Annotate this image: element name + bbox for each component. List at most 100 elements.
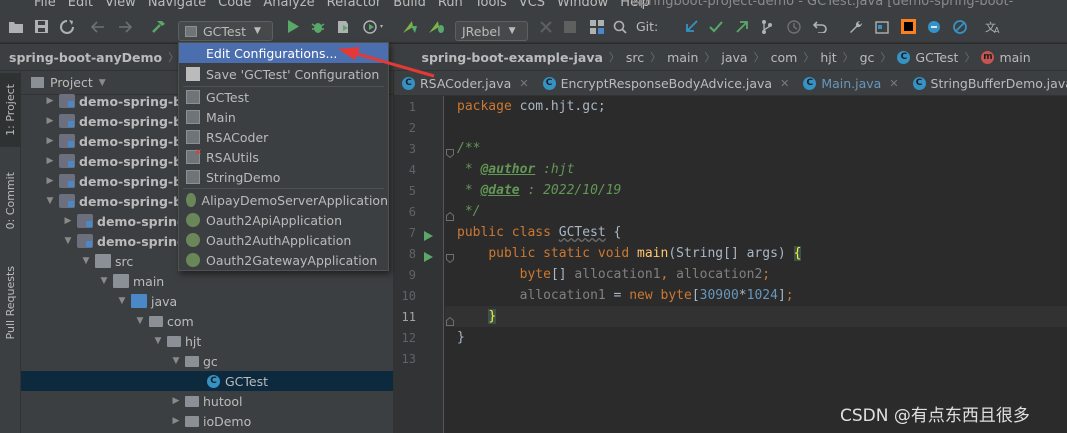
chevron-right-icon[interactable]: ▶ <box>169 416 183 426</box>
attach-debugger-icon[interactable] <box>536 10 556 43</box>
back-icon[interactable] <box>88 10 108 43</box>
menu-edit[interactable]: Edit <box>68 0 93 10</box>
coverage-icon[interactable] <box>333 10 353 43</box>
breadcrumb-java[interactable]: java <box>721 44 747 70</box>
menu-code[interactable]: Code <box>218 0 251 10</box>
search-everywhere-icon[interactable] <box>610 10 630 43</box>
jrebel-debug-icon[interactable] <box>426 10 448 43</box>
git-commit-check-icon[interactable] <box>706 10 726 43</box>
build-hammer-icon[interactable] <box>148 10 168 43</box>
menu-item-spring-app[interactable]: Oauth2GatewayApplication <box>179 250 388 270</box>
debug-icon[interactable] <box>308 10 328 43</box>
chevron-down-icon[interactable]: ▼ <box>133 316 147 326</box>
chevron-down-icon[interactable]: ▼ <box>115 296 129 306</box>
breadcrumb-com[interactable]: com <box>771 44 798 70</box>
chevron-right-icon[interactable]: ▶ <box>43 136 57 146</box>
breadcrumb-hjt[interactable]: hjt <box>820 44 836 70</box>
breadcrumb-gc[interactable]: gc <box>860 44 875 70</box>
project-tool-tab[interactable]: 1: Project <box>0 73 21 147</box>
code-editor[interactable]: 1 2 3 4 5 6 7 8 9 10 11 12 13 package co… <box>394 96 1067 433</box>
fold-icon[interactable] <box>446 314 454 329</box>
tree-row[interactable]: ▼ hjt <box>21 331 393 351</box>
rollback-icon[interactable] <box>810 10 830 43</box>
profile-run-icon[interactable] <box>360 10 388 43</box>
commit-tool-tab[interactable]: 0: Commit <box>0 165 21 237</box>
menu-item-config[interactable]: ✕ RSAUtils <box>179 147 388 167</box>
chevron-down-icon[interactable]: ▼ <box>99 78 106 88</box>
fold-icon[interactable] <box>446 209 454 224</box>
chevron-right-icon[interactable]: ▶ <box>43 156 57 166</box>
tree-row[interactable]: ▶ ioDemo <box>21 411 393 431</box>
chevron-right-icon[interactable]: ▶ <box>169 396 183 406</box>
history-icon[interactable] <box>784 10 804 43</box>
git-push-icon[interactable] <box>732 10 752 43</box>
jrebel-select[interactable]: JRebel ▼ <box>455 21 528 41</box>
jrebel-run-icon[interactable] <box>400 10 422 43</box>
run-configuration-select[interactable]: GCTest ▼ <box>178 21 273 41</box>
breadcrumb-project[interactable]: spring-boot-anyDemo <box>9 44 162 70</box>
project-settings-icon[interactable] <box>872 10 892 43</box>
menu-item-spring-app[interactable]: Oauth2AuthApplication <box>179 230 388 250</box>
menu-window[interactable]: Window <box>557 0 608 10</box>
menu-navigate[interactable]: Navigate <box>148 0 206 10</box>
run-icon[interactable] <box>283 10 303 43</box>
menu-tools[interactable]: Tools <box>475 0 507 10</box>
forward-icon[interactable] <box>115 10 135 43</box>
chevron-right-icon[interactable]: ▶ <box>43 176 57 186</box>
chevron-down-icon[interactable]: ▼ <box>79 256 93 266</box>
ide-logo-icon[interactable] <box>898 10 918 43</box>
tree-row-selected[interactable]: C GCTest <box>21 371 393 391</box>
chevron-right-icon[interactable]: ▶ <box>43 96 57 106</box>
chevron-right-icon[interactable]: ▶ <box>43 116 57 126</box>
close-icon[interactable]: ✕ <box>519 77 528 90</box>
menu-item-config[interactable]: Main <box>179 107 388 127</box>
menu-item-config[interactable]: StringDemo <box>179 167 388 187</box>
open-folder-icon[interactable] <box>6 10 26 43</box>
tree-row[interactable]: ▼ java <box>21 291 393 311</box>
menu-item-config[interactable]: RSACoder <box>179 127 388 147</box>
run-gutter-icon[interactable] <box>424 250 433 265</box>
git-branch-icon[interactable] <box>757 10 777 43</box>
menu-refactor[interactable]: Refactor <box>327 0 382 10</box>
menu-view[interactable]: View <box>105 0 136 10</box>
menu-item-spring-app[interactable]: Oauth2ApiApplication <box>179 210 388 230</box>
menu-file[interactable]: File <box>34 0 56 10</box>
breadcrumb-module[interactable]: spring-boot-example-java <box>422 44 603 70</box>
chevron-down-icon[interactable]: ▼ <box>61 236 75 246</box>
chevron-down-icon[interactable]: ▼ <box>169 356 183 366</box>
tree-row[interactable]: ▶ hutool <box>21 391 393 411</box>
breadcrumb-method[interactable]: m main <box>981 44 1031 70</box>
menu-item-spring-app[interactable]: AlipayDemoServerApplication <box>179 190 388 210</box>
menu-build[interactable]: Build <box>393 0 426 10</box>
pull-requests-tool-tab[interactable]: Pull Requests <box>0 257 21 349</box>
fold-icon[interactable] <box>446 251 454 266</box>
close-icon[interactable]: ✕ <box>780 77 789 90</box>
settings-wrench-icon[interactable] <box>846 10 866 43</box>
breadcrumb-main[interactable]: main <box>667 44 698 70</box>
run-gutter-icon[interactable] <box>424 229 433 244</box>
tab-main[interactable]: C Main.java ✕ <box>795 71 904 95</box>
profiler-icon[interactable] <box>924 10 944 43</box>
tree-row[interactable]: ▼ com <box>21 311 393 331</box>
menu-analyze[interactable]: Analyze <box>263 0 314 10</box>
menu-vcs[interactable]: VCS <box>519 0 545 10</box>
tab-encrypt-response-body-advice[interactable]: C EncryptResponseBodyAdvice.java ✕ <box>535 71 796 95</box>
chevron-down-icon[interactable]: ▼ <box>43 196 57 206</box>
translate-icon[interactable]: 文A <box>983 10 1003 43</box>
menu-run[interactable]: Run <box>438 0 463 10</box>
blocked-icon[interactable] <box>950 10 970 43</box>
fold-icon[interactable] <box>446 146 454 161</box>
breadcrumb-class[interactable]: C GCTest <box>897 44 958 70</box>
menu-item-config[interactable]: GCTest <box>179 87 388 107</box>
tree-row[interactable]: ▼ gc <box>21 351 393 371</box>
stop-icon[interactable] <box>560 10 580 43</box>
chevron-right-icon[interactable]: ▶ <box>61 216 75 226</box>
chevron-down-icon[interactable]: ▼ <box>97 276 111 286</box>
sync-icon[interactable] <box>57 10 77 43</box>
project-structure-icon[interactable] <box>587 10 607 43</box>
tree-row[interactable]: ▼ main <box>21 271 393 291</box>
chevron-down-icon[interactable]: ▼ <box>151 336 165 346</box>
save-all-icon[interactable] <box>31 10 51 43</box>
project-panel-title[interactable]: Project <box>50 75 93 90</box>
git-update-icon[interactable] <box>681 10 701 43</box>
